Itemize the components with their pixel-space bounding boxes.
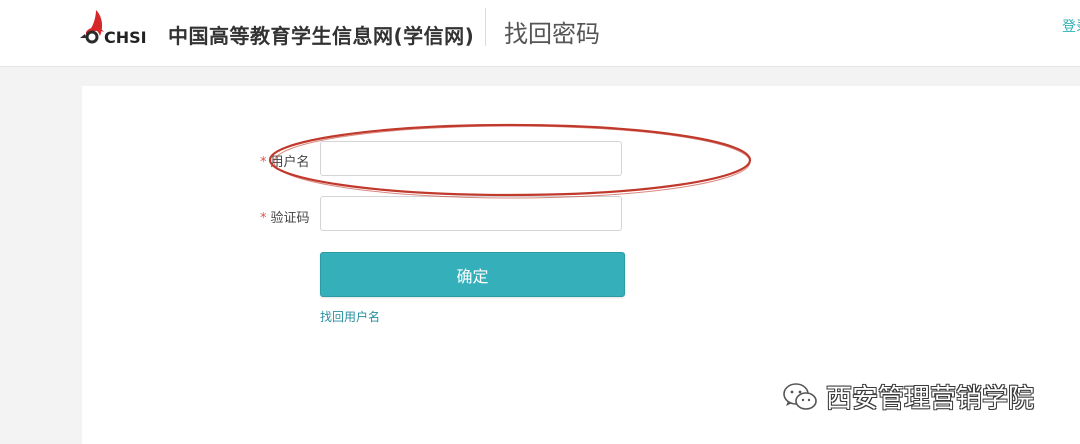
header-divider	[485, 8, 486, 46]
captcha-label: * 验证码	[260, 207, 310, 226]
required-mark: *	[260, 211, 267, 226]
page: CHSI 中国高等教育学生信息网(学信网) 找回密码 登录 *用户名 *验证码 …	[0, 0, 1080, 444]
watermark: 西安管理营销学院	[782, 378, 1034, 415]
page-title: 找回密码	[504, 20, 600, 48]
username-label: * 用户名	[260, 151, 310, 170]
wechat-icon	[783, 382, 817, 410]
login-link[interactable]: 登录	[1062, 16, 1080, 36]
recover-username-link[interactable]: 找回用户名	[320, 308, 380, 325]
watermark-text: 西安管理营销学院	[826, 384, 1035, 414]
header: CHSI 中国高等教育学生信息网(学信网) 找回密码 登录	[0, 0, 1080, 67]
logo-text: CHSI	[104, 28, 147, 47]
username-label-text: 用户名	[270, 155, 310, 170]
captcha-input[interactable]	[320, 196, 622, 231]
confirm-button[interactable]: 确定	[320, 252, 625, 297]
site-brand[interactable]: 中国高等教育学生信息网(学信网)	[168, 20, 474, 49]
chsi-logo[interactable]: CHSI	[80, 6, 160, 50]
username-input[interactable]	[320, 141, 622, 176]
captcha-label-text: 验证码	[270, 211, 310, 226]
required-mark: *	[260, 155, 267, 170]
